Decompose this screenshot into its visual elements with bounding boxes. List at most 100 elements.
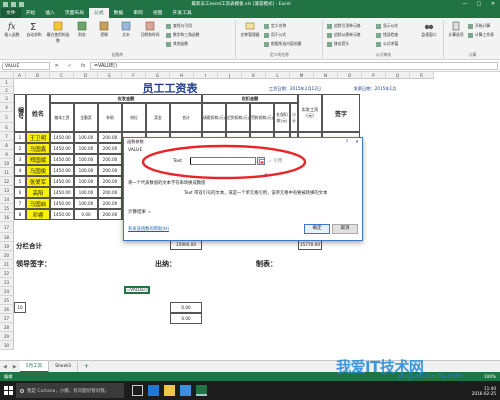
ok-button[interactable]: 确定 xyxy=(304,224,330,234)
trace-precedents-button[interactable]: 追踪引用单元格 xyxy=(327,23,361,29)
error-checking-button[interactable]: 错误检查 xyxy=(376,32,398,38)
row-header[interactable]: 7 xyxy=(0,132,14,141)
scroll-right-icon[interactable]: ▶ xyxy=(10,364,20,370)
lookup-button[interactable]: 查找与引用 xyxy=(166,23,192,29)
column-header[interactable]: K xyxy=(242,72,266,79)
evaluate-formula-button[interactable]: 公式求值 xyxy=(376,41,398,47)
row-header[interactable]: 26 xyxy=(0,305,14,314)
calc-options-button[interactable]: 计算选项 xyxy=(446,21,466,38)
row-header[interactable]: 28 xyxy=(0,323,14,332)
column-header[interactable]: N xyxy=(314,72,338,79)
close-window-button[interactable]: ✕ xyxy=(486,1,500,7)
active-cell[interactable]: =VALUE() xyxy=(124,286,150,294)
column-header[interactable]: E xyxy=(98,72,122,79)
row-header[interactable]: 18 xyxy=(0,233,14,242)
excel-taskbar-icon[interactable] xyxy=(196,385,207,396)
row-header[interactable]: 23 xyxy=(0,278,14,287)
use-in-formula-button[interactable]: 用于公式 xyxy=(264,32,286,38)
help-link[interactable]: 有关该函数的帮助(H) xyxy=(128,226,169,232)
tab-data[interactable]: 数据 xyxy=(109,8,129,18)
redo-icon[interactable] xyxy=(19,1,24,7)
row-header[interactable]: 15 xyxy=(0,204,14,213)
formula-input[interactable]: =VALUE() xyxy=(90,62,498,70)
insert-function-icon[interactable]: fx xyxy=(81,63,86,69)
start-button[interactable] xyxy=(0,381,16,400)
row-header[interactable]: 8 xyxy=(0,141,14,150)
column-header[interactable]: L xyxy=(266,72,290,79)
undo-icon[interactable] xyxy=(11,1,16,7)
cancel-formula-icon[interactable]: ✕ xyxy=(54,63,58,69)
row-header[interactable]: 6 xyxy=(0,123,14,132)
insert-function-button[interactable]: fx 插入函数 xyxy=(2,21,22,38)
row-header[interactable]: 12 xyxy=(0,177,14,186)
row-header[interactable]: 19 xyxy=(0,242,14,251)
save-icon[interactable] xyxy=(3,1,8,7)
row-header[interactable]: 2 xyxy=(0,87,14,94)
maximize-button[interactable]: □ xyxy=(472,1,486,7)
row-header[interactable]: 25 xyxy=(0,296,14,305)
column-header[interactable]: H xyxy=(170,72,194,79)
tab-file[interactable]: 文件 xyxy=(1,8,21,18)
row-header[interactable]: 29 xyxy=(0,332,14,341)
cortana-search[interactable]: 我是 Cortana，小娜。有问题尽管问我。 xyxy=(16,383,124,398)
calc-now-button[interactable]: 开始计算 xyxy=(468,23,490,29)
autosum-button[interactable]: Σ 自动求和 xyxy=(24,21,44,38)
create-from-selection-button[interactable]: 根据所选内容创建 xyxy=(264,41,301,47)
logical-button[interactable]: 逻辑 xyxy=(94,21,114,38)
scroll-left-icon[interactable]: ◀ xyxy=(0,364,10,370)
row-header[interactable]: 30 xyxy=(0,341,14,350)
remove-arrows-button[interactable]: 移去箭头 xyxy=(327,41,349,47)
select-all-corner[interactable] xyxy=(0,72,14,79)
more-functions-button[interactable]: 其他函数 xyxy=(166,41,188,47)
column-header[interactable]: J xyxy=(218,72,242,79)
cancel-button[interactable]: 取消 xyxy=(332,224,358,234)
column-header[interactable]: R xyxy=(410,72,434,79)
row-header[interactable]: 27 xyxy=(0,314,14,323)
row-header[interactable]: 14 xyxy=(0,195,14,204)
row-header[interactable]: 22 xyxy=(0,269,14,278)
column-header[interactable]: I xyxy=(194,72,218,79)
row-header[interactable]: 13 xyxy=(0,186,14,195)
minimize-button[interactable]: — xyxy=(458,1,472,7)
tab-page-layout[interactable]: 页面布局 xyxy=(60,8,89,18)
row-header[interactable]: 10 xyxy=(0,159,14,168)
column-header[interactable]: F xyxy=(122,72,146,79)
task-view-icon[interactable] xyxy=(132,385,143,396)
dialog-close-button[interactable]: ✕ xyxy=(352,138,362,146)
row-header[interactable]: 21 xyxy=(0,260,14,269)
system-clock[interactable]: 11:40 2016-02-25 xyxy=(472,386,500,396)
show-formulas-button[interactable]: 显示公式 xyxy=(376,23,398,29)
trace-dependents-button[interactable]: 追踪从属单元格 xyxy=(327,32,361,38)
sheet-tab-may-salary[interactable]: 5月工资 xyxy=(19,360,50,373)
row-header[interactable]: 20 xyxy=(0,251,14,260)
column-header[interactable]: M xyxy=(290,72,314,79)
column-header[interactable]: P xyxy=(362,72,386,79)
text-functions-button[interactable]: 文本 xyxy=(116,21,136,38)
column-header[interactable]: B xyxy=(26,72,50,79)
row-header[interactable]: 17 xyxy=(0,222,14,233)
column-header[interactable]: O xyxy=(338,72,362,79)
column-header[interactable]: Q xyxy=(386,72,410,79)
row-header[interactable]: 4 xyxy=(0,103,14,112)
enter-formula-icon[interactable]: ✓ xyxy=(68,63,72,69)
add-sheet-button[interactable]: + xyxy=(78,361,95,372)
row-header[interactable]: 5 xyxy=(0,112,14,123)
row-header[interactable]: 1 xyxy=(0,79,14,87)
edge-icon[interactable] xyxy=(148,385,159,396)
define-name-button[interactable]: 定义名称 xyxy=(264,23,286,29)
calc-sheet-button[interactable]: 计算工作表 xyxy=(468,32,494,38)
file-explorer-icon[interactable] xyxy=(164,385,175,396)
column-header[interactable]: C xyxy=(50,72,74,79)
row-header[interactable]: 11 xyxy=(0,168,14,177)
name-manager-button[interactable]: 名称管理器 xyxy=(239,21,261,38)
financial-button[interactable]: 财务 xyxy=(72,21,92,38)
zoom-level[interactable]: 100% xyxy=(484,374,496,379)
column-header[interactable]: D xyxy=(74,72,98,79)
help-icon[interactable]: ? xyxy=(342,138,352,146)
column-header[interactable]: G xyxy=(146,72,170,79)
name-box[interactable]: VALUE xyxy=(2,62,50,70)
watch-window-button[interactable]: 监视窗口 xyxy=(418,21,440,38)
row-header[interactable]: 24 xyxy=(0,287,14,296)
row-header[interactable]: 9 xyxy=(0,150,14,159)
math-button[interactable]: 数学和三角函数 xyxy=(166,32,200,38)
